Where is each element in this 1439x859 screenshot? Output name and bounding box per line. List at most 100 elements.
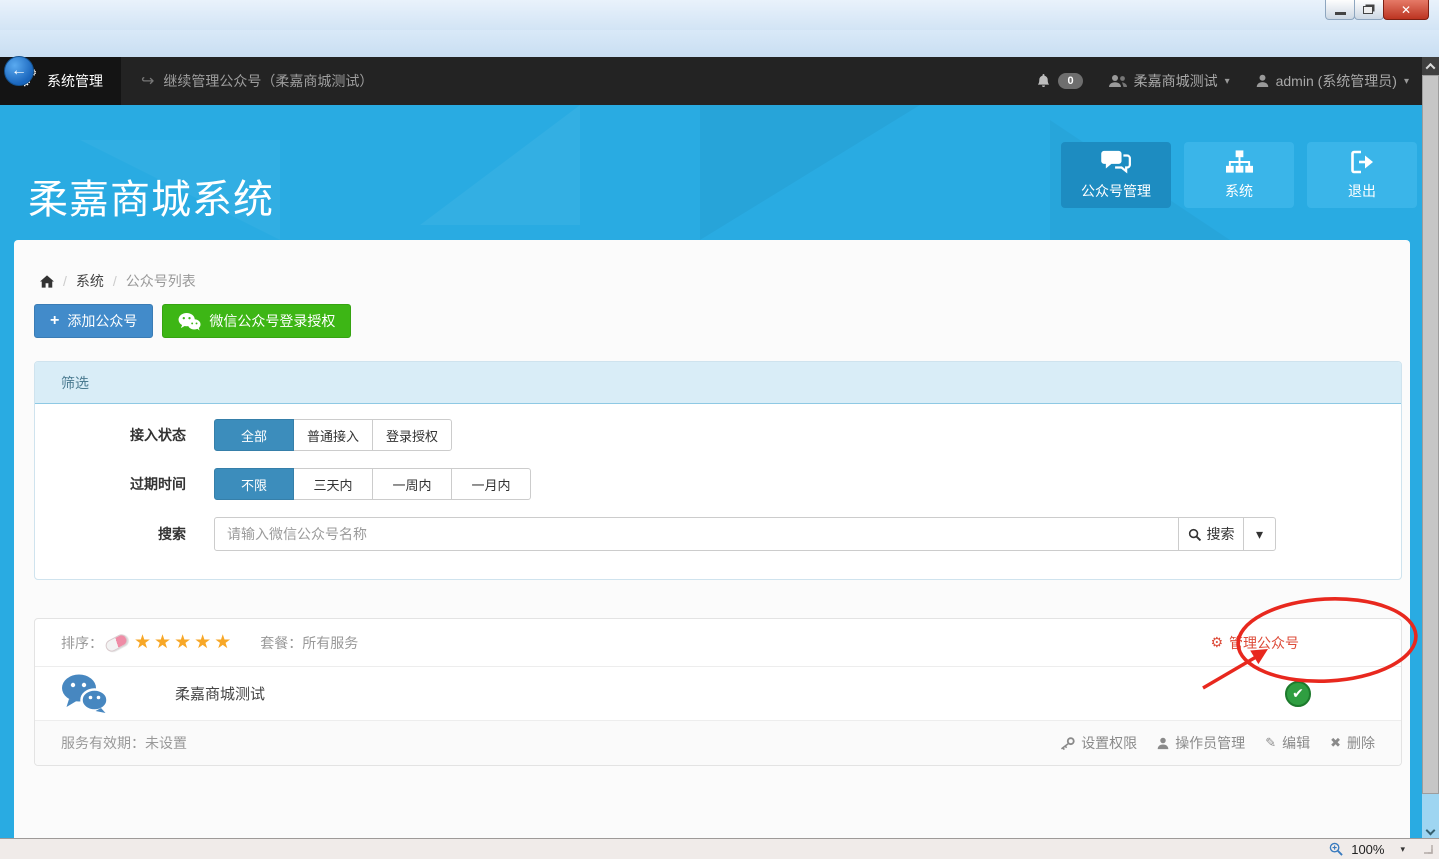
filter-panel: 筛选 接入状态 全部 普通接入 登录授权 过期时间 不限 三天内 一 — [34, 361, 1402, 580]
toggle-3-days[interactable]: 三天内 — [293, 468, 373, 500]
maximize-button[interactable] — [1354, 0, 1384, 20]
filter-label: 过期时间 — [35, 474, 214, 494]
breadcrumb-item-system[interactable]: 系统 — [76, 271, 104, 291]
sign-out-icon — [1350, 150, 1375, 174]
toggle-all[interactable]: 全部 — [214, 419, 294, 451]
star-icon: ★ — [134, 632, 154, 653]
verified-check-badge: ✔ — [1285, 681, 1311, 707]
add-account-button[interactable]: + 添加公众号 — [34, 304, 153, 338]
caret-down-icon: ▾ — [1404, 76, 1409, 87]
zoom-caret-icon[interactable]: ▾ — [1400, 844, 1405, 855]
chevron-up-icon — [1426, 62, 1436, 72]
row-actions: 设置权限 操作员管理 ✎ 编辑 ✖ 删除 — [1060, 733, 1375, 753]
hero-buttons: 公众号管理 系统 退出 — [1061, 142, 1417, 208]
eraser-icon[interactable] — [104, 632, 130, 653]
breadcrumb-separator: / — [63, 273, 67, 289]
manage-account-link[interactable]: ⚙ 管理公众号 — [1210, 633, 1299, 653]
scrollbar-up-arrow[interactable] — [1422, 57, 1439, 75]
wechat-auth-button[interactable]: 微信公众号登录授权 — [162, 304, 351, 338]
operator-management-action[interactable]: 操作员管理 — [1157, 733, 1245, 753]
page-background: / 系统 / 公众号列表 + 添加公众号 微信公众号登录授权 筛选 接入状态 — [0, 240, 1439, 838]
sort-rating-group: 排序： ★★★★★ 套餐：所有服务 — [61, 631, 358, 654]
continue-label: 继续管理公众号（柔嘉商城测试） — [163, 71, 373, 91]
caret-down-icon: ▾ — [1225, 76, 1230, 87]
key-icon — [1060, 737, 1075, 750]
scrollbar-track[interactable] — [1422, 794, 1439, 838]
zoom-magnifier-icon[interactable] — [1329, 842, 1343, 856]
chevron-down-icon — [1426, 826, 1436, 836]
content-container: / 系统 / 公众号列表 + 添加公众号 微信公众号登录授权 筛选 接入状态 — [14, 240, 1410, 838]
breadcrumb-item-account-list: 公众号列表 — [126, 271, 196, 291]
add-account-label: 添加公众号 — [67, 311, 137, 331]
hero-button-label: 公众号管理 — [1081, 181, 1151, 201]
action-label: 设置权限 — [1081, 733, 1137, 753]
account-list-row[interactable]: 柔嘉商城测试 ✔ — [35, 667, 1401, 721]
edit-action[interactable]: ✎ 编辑 — [1265, 733, 1310, 753]
filter-label: 接入状态 — [35, 425, 214, 445]
site-title: 柔嘉商城系统 — [28, 167, 274, 225]
browser-toolbar: ← → http://wap.roujiasy.com/web/index.ph… — [0, 30, 1439, 57]
star-icon: ★ — [214, 632, 234, 653]
minimize-button[interactable] — [1325, 0, 1355, 20]
home-icon[interactable] — [40, 275, 54, 288]
filter-panel-header: 筛选 — [35, 362, 1401, 404]
pencil-icon: ✎ — [1265, 735, 1276, 751]
service-validity: 服务有效期：未设置 — [61, 733, 187, 753]
window-controls: ✕ — [1326, 0, 1429, 20]
vertical-scrollbar[interactable] — [1422, 57, 1439, 838]
star-rating[interactable]: ★★★★★ — [134, 631, 234, 654]
search-input[interactable] — [214, 517, 1179, 551]
hero-button-system[interactable]: 系统 — [1184, 142, 1294, 208]
close-button[interactable]: ✕ — [1383, 0, 1429, 20]
resize-grip-icon — [1423, 844, 1433, 854]
filter-row-search: 搜索 搜索 ▾ — [35, 517, 1401, 551]
back-button[interactable]: ← — [4, 56, 34, 86]
delete-action[interactable]: ✖ 删除 — [1330, 733, 1375, 753]
hero-button-logout[interactable]: 退出 — [1307, 142, 1417, 208]
notifications-item[interactable]: 0 — [1036, 73, 1082, 89]
chat-bubbles-icon — [1101, 150, 1131, 174]
access-status-toggle-group: 全部 普通接入 登录授权 — [214, 419, 452, 451]
hero-button-label: 退出 — [1348, 181, 1376, 201]
account-name[interactable]: 柔嘉商城测试 — [175, 683, 265, 704]
zoom-level[interactable]: 100% — [1351, 842, 1384, 857]
user-icon — [1256, 74, 1269, 88]
browser-statusbar: 100% ▾ — [0, 838, 1439, 859]
manage-account-label: 管理公众号 — [1229, 633, 1299, 653]
users-icon — [1109, 74, 1127, 88]
account-list-header: 排序： ★★★★★ 套餐：所有服务 ⚙ 管理公众号 — [35, 619, 1401, 667]
action-label: 删除 — [1347, 733, 1375, 753]
toggle-unlimited[interactable]: 不限 — [214, 468, 294, 500]
wechat-logo-icon — [61, 673, 109, 715]
hero-button-label: 系统 — [1225, 181, 1253, 201]
account-switcher-label: 柔嘉商城测试 — [1134, 71, 1218, 91]
search-button[interactable]: 搜索 — [1178, 517, 1244, 551]
star-icon: ★ — [174, 632, 194, 653]
search-options-button[interactable]: ▾ — [1243, 517, 1276, 551]
account-switcher[interactable]: 柔嘉商城测试 ▾ — [1109, 71, 1230, 91]
toggle-1-month[interactable]: 一月内 — [451, 468, 531, 500]
filter-row-access-status: 接入状态 全部 普通接入 登录授权 — [35, 419, 1401, 451]
sort-label: 排序： — [61, 633, 103, 653]
delete-x-icon: ✖ — [1330, 735, 1341, 751]
page-hero: 柔嘉商城系统 公众号管理 系统 退出 — [0, 105, 1439, 240]
user-menu[interactable]: admin (系统管理员) ▾ — [1256, 71, 1409, 91]
toggle-normal-access[interactable]: 普通接入 — [293, 419, 373, 451]
scrollbar-thumb[interactable] — [1422, 75, 1439, 794]
breadcrumb-separator: / — [113, 273, 117, 289]
scrollbar-down-arrow[interactable] — [1422, 827, 1439, 834]
filter-panel-body: 接入状态 全部 普通接入 登录授权 过期时间 不限 三天内 一周内 一月内 — [35, 404, 1401, 551]
breadcrumb: / 系统 / 公众号列表 — [40, 271, 196, 291]
wechat-icon — [178, 312, 201, 331]
check-icon: ✔ — [1292, 685, 1304, 702]
wechat-auth-label: 微信公众号登录授权 — [209, 311, 335, 331]
plus-icon: + — [50, 312, 59, 330]
caret-down-icon: ▾ — [1256, 526, 1263, 543]
toggle-1-week[interactable]: 一周内 — [372, 468, 452, 500]
minimize-icon — [1335, 12, 1346, 15]
sitemap-icon — [1226, 150, 1253, 174]
toggle-login-auth[interactable]: 登录授权 — [372, 419, 452, 451]
set-permissions-action[interactable]: 设置权限 — [1060, 733, 1137, 753]
hero-button-account-management[interactable]: 公众号管理 — [1061, 142, 1171, 208]
nav-continue-manage-link[interactable]: ↪ 继续管理公众号（柔嘉商城测试） — [121, 57, 393, 105]
